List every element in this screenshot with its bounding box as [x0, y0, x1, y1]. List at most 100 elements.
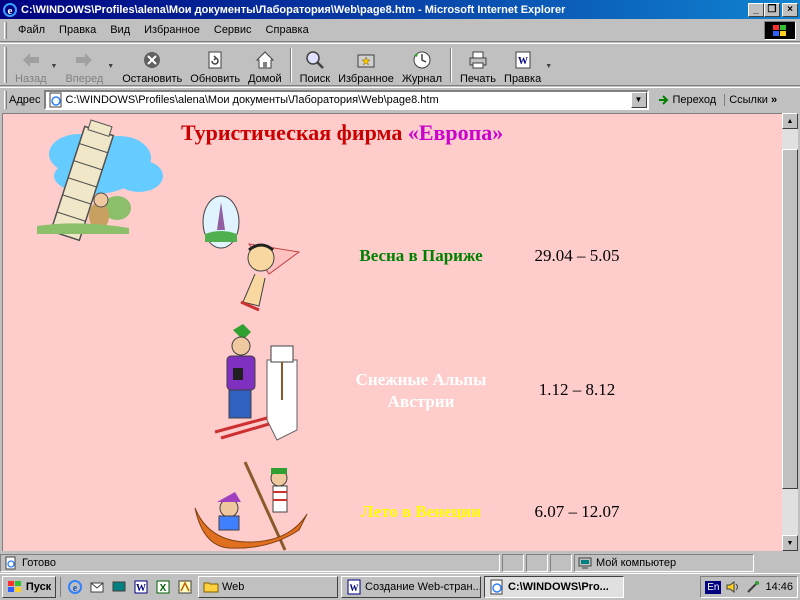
menu-file[interactable]: Файл: [11, 24, 52, 36]
printer-icon: [469, 51, 487, 68]
status-zone-panel: Мой компьютер: [574, 554, 754, 572]
menu-favorites[interactable]: Избранное: [137, 24, 207, 36]
address-dropdown-button[interactable]: ▼: [630, 91, 647, 108]
status-text: Готово: [22, 557, 56, 569]
forward-dropdown-icon[interactable]: ▼: [107, 63, 114, 70]
print-button[interactable]: Печать: [456, 45, 500, 85]
outlook-icon: [90, 582, 104, 593]
favorites-label: Избранное: [338, 72, 394, 85]
home-label: Домой: [248, 72, 282, 85]
go-label: Переход: [672, 93, 717, 106]
history-button[interactable]: Журнал: [398, 45, 446, 85]
address-input[interactable]: [65, 92, 631, 107]
task-word-doc[interactable]: W Создание Web-стран...: [341, 576, 481, 598]
page-viewport[interactable]: Туристическая фирма «Европа» Весна в Пар…: [2, 113, 782, 551]
status-panel-main: Готово: [0, 554, 500, 572]
svg-text:W: W: [518, 56, 528, 67]
heading-main-text: Туристическая фирма: [181, 120, 408, 145]
back-dropdown-icon[interactable]: ▼: [51, 63, 58, 70]
svg-text:W: W: [350, 583, 359, 593]
stop-button[interactable]: Остановить: [118, 45, 186, 85]
minimize-button[interactable]: _: [748, 2, 764, 17]
svg-text:e: e: [73, 583, 78, 594]
stop-icon: [144, 51, 161, 68]
links-toolbar[interactable]: Ссылки »: [724, 93, 777, 106]
menu-view[interactable]: Вид: [103, 24, 137, 36]
start-button[interactable]: Пуск: [2, 576, 56, 598]
status-bar: Готово Мой компьютер: [0, 553, 800, 573]
word-icon: W: [134, 580, 148, 594]
quick-outlook-button[interactable]: [87, 577, 107, 597]
vertical-scrollbar[interactable]: ▲ ▼: [782, 113, 798, 551]
system-tray: En 14:46: [700, 576, 798, 598]
start-label: Пуск: [25, 581, 52, 593]
standard-toolbar: Назад ▼ Вперед ▼ Остановить Обновить Дом…: [0, 43, 800, 86]
scroll-down-button[interactable]: ▼: [782, 535, 798, 551]
stop-label: Остановить: [122, 72, 183, 85]
menu-edit[interactable]: Правка: [52, 24, 103, 36]
status-panel-empty-3: [550, 554, 572, 572]
favorites-button[interactable]: Избранное: [334, 45, 398, 85]
maximize-button[interactable]: ❐: [764, 2, 780, 17]
quick-launch: e W X: [60, 577, 195, 597]
menu-help[interactable]: Справка: [259, 24, 316, 36]
language-indicator[interactable]: En: [705, 580, 722, 594]
arrow-up-icon: ▲: [786, 117, 794, 125]
menu-grip[interactable]: [4, 21, 7, 39]
search-button[interactable]: Поиск: [296, 45, 334, 85]
page-heading: Туристическая фирма «Европа»: [181, 120, 503, 146]
gondola-clipart: [194, 461, 308, 551]
back-button[interactable]: Назад: [11, 45, 51, 85]
menu-tools[interactable]: Сервис: [207, 24, 259, 36]
scroll-up-button[interactable]: ▲: [782, 113, 798, 129]
folder-icon: [203, 582, 219, 593]
search-icon: [306, 50, 324, 69]
quick-word-button[interactable]: W: [131, 577, 151, 597]
edit-button[interactable]: W Правка: [500, 45, 545, 85]
restore-icon: ❐: [767, 4, 777, 15]
arrow-down-icon: ▼: [786, 539, 794, 547]
refresh-label: Обновить: [190, 72, 241, 85]
scheduler-icon[interactable]: [745, 579, 761, 595]
excel-icon: X: [156, 580, 170, 594]
print-label: Печать: [459, 72, 497, 85]
close-button[interactable]: ×: [782, 2, 798, 17]
close-icon: ×: [787, 4, 793, 15]
tour-dates-alps: 1.12 – 8.12: [538, 380, 616, 399]
windows-logo-icon: [773, 24, 786, 36]
task-label-word: Создание Web-стран...: [365, 581, 481, 593]
task-label-web: Web: [222, 581, 245, 593]
title-bar: e C:\WINDOWS\Profiles\alena\Мои документ…: [0, 0, 800, 19]
quick-desktop-button[interactable]: [109, 577, 129, 597]
edit-dropdown-icon[interactable]: ▼: [545, 63, 552, 70]
volume-icon[interactable]: [725, 579, 741, 595]
back-arrow-icon: [22, 52, 39, 67]
back-label: Назад: [15, 72, 47, 85]
address-grip[interactable]: [4, 90, 7, 109]
frontpage-icon: [178, 580, 192, 594]
refresh-icon: [208, 51, 222, 68]
history-icon: [413, 51, 431, 68]
scroll-thumb[interactable]: [782, 149, 798, 489]
chevron-down-icon: ▼: [634, 95, 643, 104]
tour-dates-paris: 29.04 – 5.05: [534, 246, 620, 265]
go-button[interactable]: Переход: [653, 93, 721, 107]
refresh-button[interactable]: Обновить: [186, 45, 244, 85]
quick-ie-button[interactable]: e: [65, 577, 85, 597]
ie-icon: e: [68, 580, 82, 594]
status-panel-empty-1: [502, 554, 524, 572]
task-web-folder[interactable]: Web: [198, 576, 338, 598]
skier-clipart: [214, 324, 298, 441]
home-icon: [255, 50, 275, 68]
svg-text:X: X: [160, 583, 167, 594]
toolbar-separator-2: [449, 47, 452, 82]
quick-excel-button[interactable]: X: [153, 577, 173, 597]
home-button[interactable]: Домой: [244, 45, 286, 85]
status-panel-empty-2: [526, 554, 548, 572]
leaning-tower-clipart: [37, 119, 163, 242]
clock[interactable]: 14:46: [765, 581, 793, 593]
quick-frontpage-button[interactable]: [175, 577, 195, 597]
task-ie-window[interactable]: C:\WINDOWS\Pro...: [484, 576, 624, 598]
toolbar-grip[interactable]: [4, 46, 7, 83]
forward-button[interactable]: Вперед: [61, 45, 107, 85]
